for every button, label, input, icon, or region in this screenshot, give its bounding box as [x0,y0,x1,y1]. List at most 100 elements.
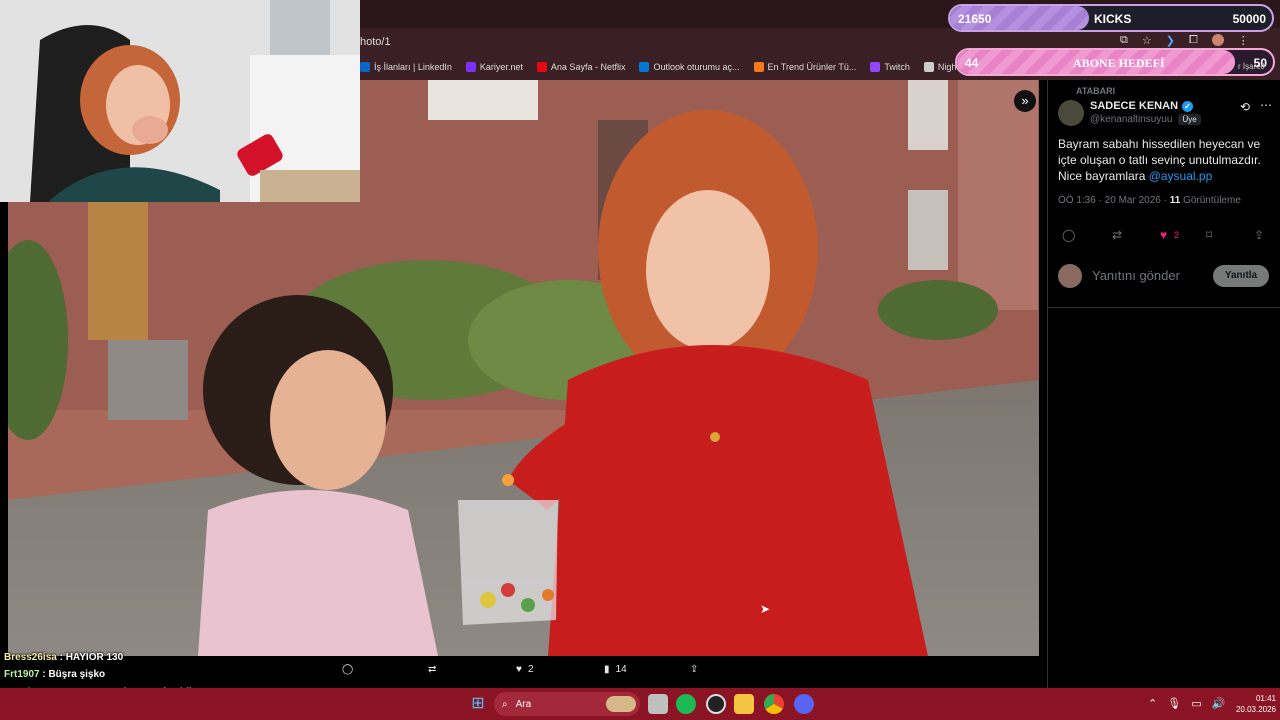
bookmark-label: Ana Sayfa - Netflix [550,62,626,72]
bookmark-favicon-icon [465,62,476,72]
bookmark-item[interactable]: Kariyer.net [465,62,523,72]
bookmark-label: Outlook oturumu aç... [653,62,740,72]
bookmark-favicon-icon [923,62,934,72]
bookmark-item[interactable]: En Trend Ürünler Tü... [753,62,857,72]
grok-icon[interactable]: ⟲ [1240,100,1250,114]
author-avatar[interactable] [1058,100,1084,126]
chrome-icon[interactable] [764,694,784,714]
bookmark-item[interactable]: İş İlanları | LinkedIn [360,62,452,72]
taskbar-search[interactable]: ⌕ Ara [494,692,640,716]
tweet-text-line: içte oluşan o tatlı sevinç unutulmazdır. [1058,153,1261,167]
verified-badge-icon: ✓ [1182,100,1194,112]
like-count: 2 [1174,230,1180,240]
bookmark-icon[interactable]: ⌑ [1206,228,1212,242]
share-icon: ⇪ [690,664,699,675]
photo-views-count: 14 [615,664,627,675]
subscriber-goal-bar: 44 ABONE HEDEFİ 50 [955,48,1275,76]
share-icon[interactable]: ⇪ [1254,228,1264,242]
tweet-text-line: Nice bayramlara [1058,169,1149,183]
views-count: 11 [1169,195,1181,206]
photo-retweet-button[interactable]: ⇄ [428,664,436,675]
mouse-cursor-icon: ➤ [760,602,771,616]
tweet-text: Bayram sabahı hissedilen heyecan ve içte… [1058,136,1276,184]
photo-like-button[interactable]: ♥ 2 [516,664,534,675]
tweet-timestamp[interactable]: ÖÖ 1:36 · 20 Mar 2026 · [1058,195,1170,206]
tweet-mention-link[interactable]: @aysual.pp [1149,169,1213,183]
bookmark-label: İş İlanları | LinkedIn [374,62,452,72]
retweet-icon: ⇄ [428,664,437,675]
author-name-row[interactable]: SADECE KENAN ✓ [1090,100,1194,112]
volume-icon[interactable]: 🔊 [1212,697,1226,710]
kicks-label: KICKS [1094,12,1132,26]
tweet: ATABARI SADECE KENAN ✓ @kenanaltinsuyuu … [1048,80,1280,308]
profile-avatar[interactable] [1211,34,1224,46]
bookmark-label: En Trend Ürünler Tü... [767,62,857,72]
bookmarks-overflow-text: r İşaretl [1238,62,1265,71]
show-hidden-icons-icon[interactable]: ⌃ [1148,697,1157,710]
more-options-icon[interactable]: ⋯ [1260,98,1272,112]
retweet-icon[interactable]: ⇄ [1112,228,1122,242]
photo-like-count: 2 [527,664,534,675]
tweet-text-line: Bayram sabahı hissedilen heyecan ve [1058,137,1261,151]
kicks-current: 21650 [958,12,992,26]
network-icon[interactable]: ▭ [1191,697,1201,710]
windows-taskbar: ⊞ ⌕ Ara ⌃ 🎙 ▭ 🔊 01:41 20.03.2026 [0,688,1280,720]
task-view-icon[interactable] [648,694,668,714]
bookmark-favicon-icon [870,62,881,72]
bookmark-favicon-icon [536,62,547,72]
bookmark-item[interactable]: Outlook oturumu aç... [639,62,740,72]
kicks-goal: 50000 [1232,12,1266,26]
like-icon[interactable]: ♥ [1160,228,1167,242]
taskbar-search-label: Ara [515,698,532,710]
views-bar-icon: ▮ [604,664,610,675]
bookmark-favicon-icon [639,62,650,72]
chat-text: : Büşra şişko [39,669,106,680]
expand-panel-icon[interactable]: » [1014,90,1036,112]
bookmark-favicon-icon [753,62,764,72]
author-handle[interactable]: @kenanaltinsuyuu [1090,114,1172,125]
file-explorer-icon[interactable] [734,694,754,714]
subscriber-goal-label: ABONE HEDEFİ [1073,56,1165,70]
start-windows-icon[interactable]: ⊞ [468,694,488,714]
tweet-detail-panel: ATABARI SADECE KENAN ✓ @kenanaltinsuyuu … [1047,80,1280,688]
chat-message: Frt1907 : Büşra şişko [4,669,105,680]
tweet-action-bar: ◯ ⇄ ♥ 2 ⌑ ⇪ [1058,228,1273,246]
bookmark-label: Kariyer.net [479,62,523,72]
views-label: Görüntüleme [1183,195,1241,206]
author-name: SADECE KENAN [1090,100,1179,112]
bookmark-item[interactable]: Twitch [870,62,910,72]
spotify-icon[interactable] [676,694,696,714]
member-badge: Üye [1178,114,1201,125]
clock-time: 01:41 [1255,694,1276,703]
url-text: hoto/1 [360,36,391,48]
system-tray: ⌃ 🎙 ▭ 🔊 [1148,697,1225,710]
webcam-illustration [0,0,360,202]
reply-button[interactable]: Yanıtla [1213,265,1269,287]
reply-icon[interactable]: ◯ [1062,228,1075,242]
repost-context: ATABARI [1076,86,1116,96]
kicks-goal-bar: 21650 KICKS 50000 [948,4,1274,32]
clock-date: 20.03.2026 [1235,705,1276,714]
like-icon: ♥ [516,664,522,675]
author-handle-row: @kenanaltinsuyuu Üye [1090,114,1201,125]
microphone-icon[interactable]: 🎙 [1167,697,1181,710]
address-bar[interactable]: hoto/1 [360,30,940,54]
search-highlight-icon [606,696,636,712]
obs-icon[interactable] [706,694,726,714]
photo-views-button[interactable]: ▮ 14 [604,664,627,675]
tweet-meta: ÖÖ 1:36 · 20 Mar 2026 · 11 Görüntüleme [1058,195,1241,206]
subscriber-current: 44 [965,56,979,70]
discord-icon[interactable] [794,694,814,714]
clock[interactable]: 01:41 20.03.2026 [1228,693,1276,715]
search-icon: ⌕ [502,698,508,710]
streamer-webcam [0,0,360,202]
my-avatar [1058,264,1082,288]
chat-username: Bress26isa [4,652,57,663]
chat-text: : HAYIOR 130 [56,652,124,663]
bookmark-favicon-icon [360,62,370,72]
bookmark-item[interactable]: Ana Sayfa - Netflix [536,62,626,72]
chat-username: Frt1907 [4,669,40,680]
bookmark-label: Twitch [884,62,910,72]
reply-input[interactable]: Yanıtını gönder [1092,268,1180,283]
photo-share-button[interactable]: ⇪ [690,664,698,675]
